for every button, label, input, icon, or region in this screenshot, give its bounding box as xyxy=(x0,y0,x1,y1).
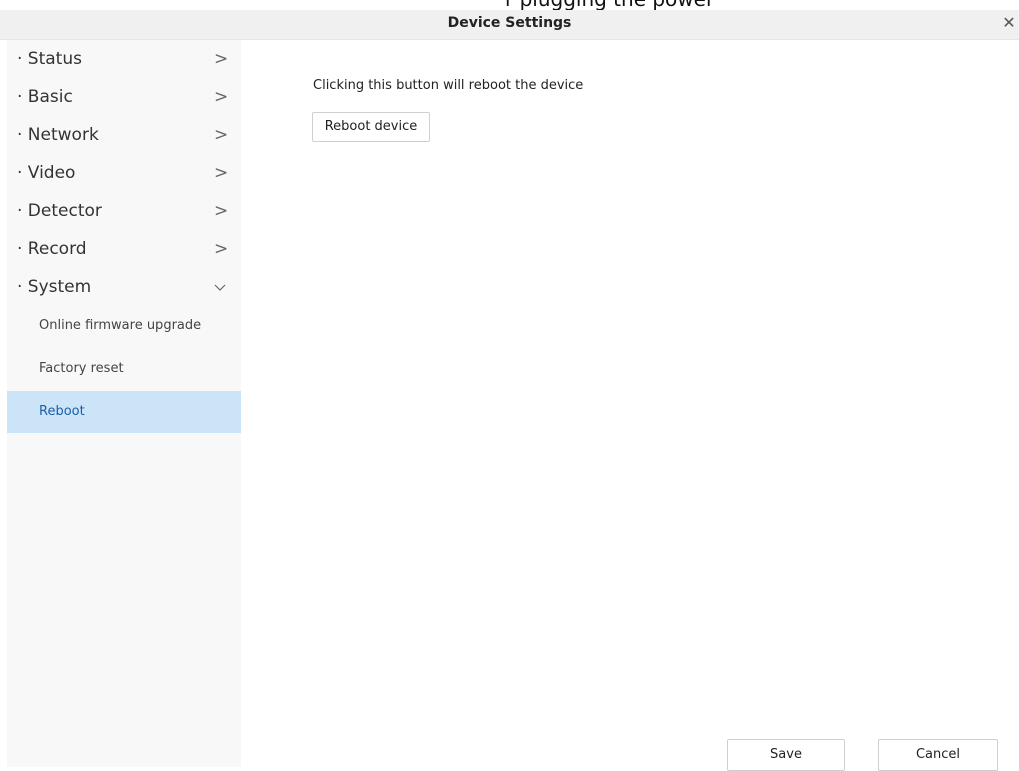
chevron-right-icon: > xyxy=(214,87,229,107)
sidebar-subitem-label: Factory reset xyxy=(39,361,124,376)
sidebar-item-label: · System xyxy=(17,277,92,297)
cancel-button[interactable]: Cancel xyxy=(878,739,998,771)
chevron-right-icon: > xyxy=(214,49,229,69)
clipped-top-text-strip: r plugging the power xyxy=(0,0,1019,10)
sidebar-subitem-reboot[interactable]: Reboot xyxy=(7,391,241,433)
sidebar-subitem-factory-reset[interactable]: Factory reset xyxy=(7,348,241,390)
sidebar: · Status > · Basic > · Network > · Video… xyxy=(7,40,241,767)
sidebar-subitem-online-firmware-upgrade[interactable]: Online firmware upgrade xyxy=(7,305,241,347)
save-button[interactable]: Save xyxy=(727,739,845,771)
chevron-down-icon xyxy=(214,277,226,297)
sidebar-item-basic[interactable]: · Basic > xyxy=(7,78,241,116)
sidebar-item-status[interactable]: · Status > xyxy=(7,40,241,78)
sidebar-item-system[interactable]: · System xyxy=(7,268,241,306)
chevron-right-icon: > xyxy=(214,163,229,183)
chevron-right-icon: > xyxy=(214,201,229,221)
sidebar-item-label: · Detector xyxy=(17,201,102,221)
reboot-device-button[interactable]: Reboot device xyxy=(312,112,430,142)
sidebar-item-label: · Network xyxy=(17,125,99,145)
sidebar-item-record[interactable]: · Record > xyxy=(7,230,241,268)
chevron-right-icon: > xyxy=(214,239,229,259)
chevron-right-icon: > xyxy=(214,125,229,145)
dialog-titlebar: Device Settings ✕ xyxy=(0,10,1019,40)
sidebar-item-detector[interactable]: · Detector > xyxy=(7,192,241,230)
sidebar-item-video[interactable]: · Video > xyxy=(7,154,241,192)
dialog-title: Device Settings xyxy=(447,15,572,31)
sidebar-item-label: · Video xyxy=(17,163,76,183)
reboot-description: Clicking this button will reboot the dev… xyxy=(313,78,584,93)
sidebar-item-network[interactable]: · Network > xyxy=(7,116,241,154)
sidebar-item-label: · Basic xyxy=(17,87,73,107)
sidebar-item-label: · Record xyxy=(17,239,87,259)
sidebar-item-label: · Status xyxy=(17,49,82,69)
sidebar-subitem-label: Online firmware upgrade xyxy=(39,318,202,333)
sidebar-subitem-label: Reboot xyxy=(39,404,85,419)
clipped-top-text: r plugging the power xyxy=(505,0,714,10)
close-icon[interactable]: ✕ xyxy=(1001,13,1017,33)
